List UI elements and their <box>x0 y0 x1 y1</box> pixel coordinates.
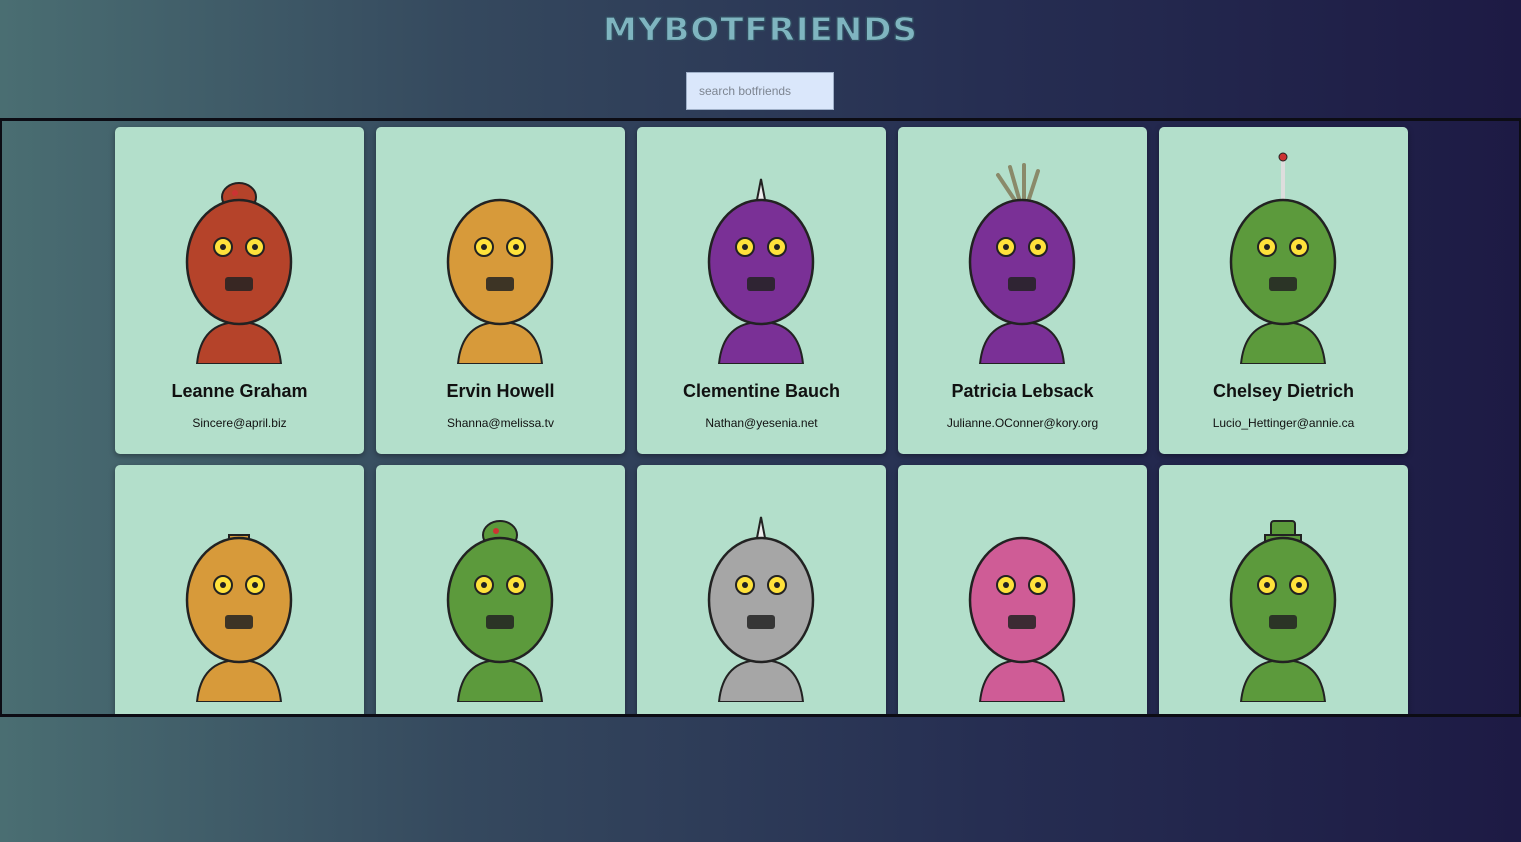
robot-card[interactable]: Chelsey Dietrich Lucio_Hettinger@annie.c… <box>1159 127 1408 454</box>
robot-email: Julianne.OConner@kory.org <box>946 416 1099 430</box>
robot-name: Ervin Howell <box>446 381 555 401</box>
robot-email: Nathan@yesenia.net <box>705 416 818 430</box>
robot-figure <box>446 198 554 364</box>
robot-avatar <box>446 198 554 364</box>
robot-email: Shanna@melissa.tv <box>447 416 554 430</box>
robot-avatar <box>185 182 293 364</box>
card-list: Leanne Graham Sincere@april.biz Ervin Ho… <box>115 127 1408 714</box>
robot-figure <box>185 182 293 364</box>
robot-card[interactable] <box>1159 465 1408 714</box>
robot-avatar <box>185 534 293 702</box>
robot-avatar <box>968 163 1076 364</box>
robot-card[interactable]: Ervin Howell Shanna@melissa.tv <box>376 127 625 454</box>
robot-figure <box>968 536 1076 702</box>
robot-name: Patricia Lebsack <box>951 381 1094 401</box>
app-title: MYBOTFRIENDS <box>602 10 918 49</box>
robot-card[interactable] <box>376 465 625 714</box>
search-input[interactable] <box>686 72 834 110</box>
robot-figure <box>1229 152 1337 364</box>
robot-avatar <box>1229 520 1337 702</box>
robot-avatar <box>1229 152 1337 364</box>
robot-card[interactable] <box>637 465 886 714</box>
robot-figure <box>446 520 554 702</box>
robot-name: Clementine Bauch <box>682 381 841 401</box>
robot-avatar <box>446 520 554 702</box>
robot-figure <box>1229 520 1337 702</box>
robot-avatar <box>707 516 815 702</box>
robot-avatar <box>707 178 815 364</box>
robot-figure <box>707 178 815 364</box>
robot-list-scroll-area[interactable]: Leanne Graham Sincere@april.biz Ervin Ho… <box>0 118 1521 717</box>
robot-card[interactable]: Patricia Lebsack Julianne.OConner@kory.o… <box>898 127 1147 454</box>
robot-card[interactable] <box>898 465 1147 714</box>
robot-figure <box>707 516 815 702</box>
robot-name: Leanne Graham <box>171 381 308 401</box>
robot-figure <box>968 163 1076 364</box>
robot-figure <box>185 534 293 702</box>
robot-name: Chelsey Dietrich <box>1212 381 1355 401</box>
robot-email: Lucio_Hettinger@annie.ca <box>1212 416 1355 430</box>
robot-card[interactable]: Clementine Bauch Nathan@yesenia.net <box>637 127 886 454</box>
robot-card[interactable] <box>115 465 364 714</box>
robot-email: Sincere@april.biz <box>192 416 287 430</box>
robot-avatar <box>968 536 1076 702</box>
robot-card[interactable]: Leanne Graham Sincere@april.biz <box>115 127 364 454</box>
